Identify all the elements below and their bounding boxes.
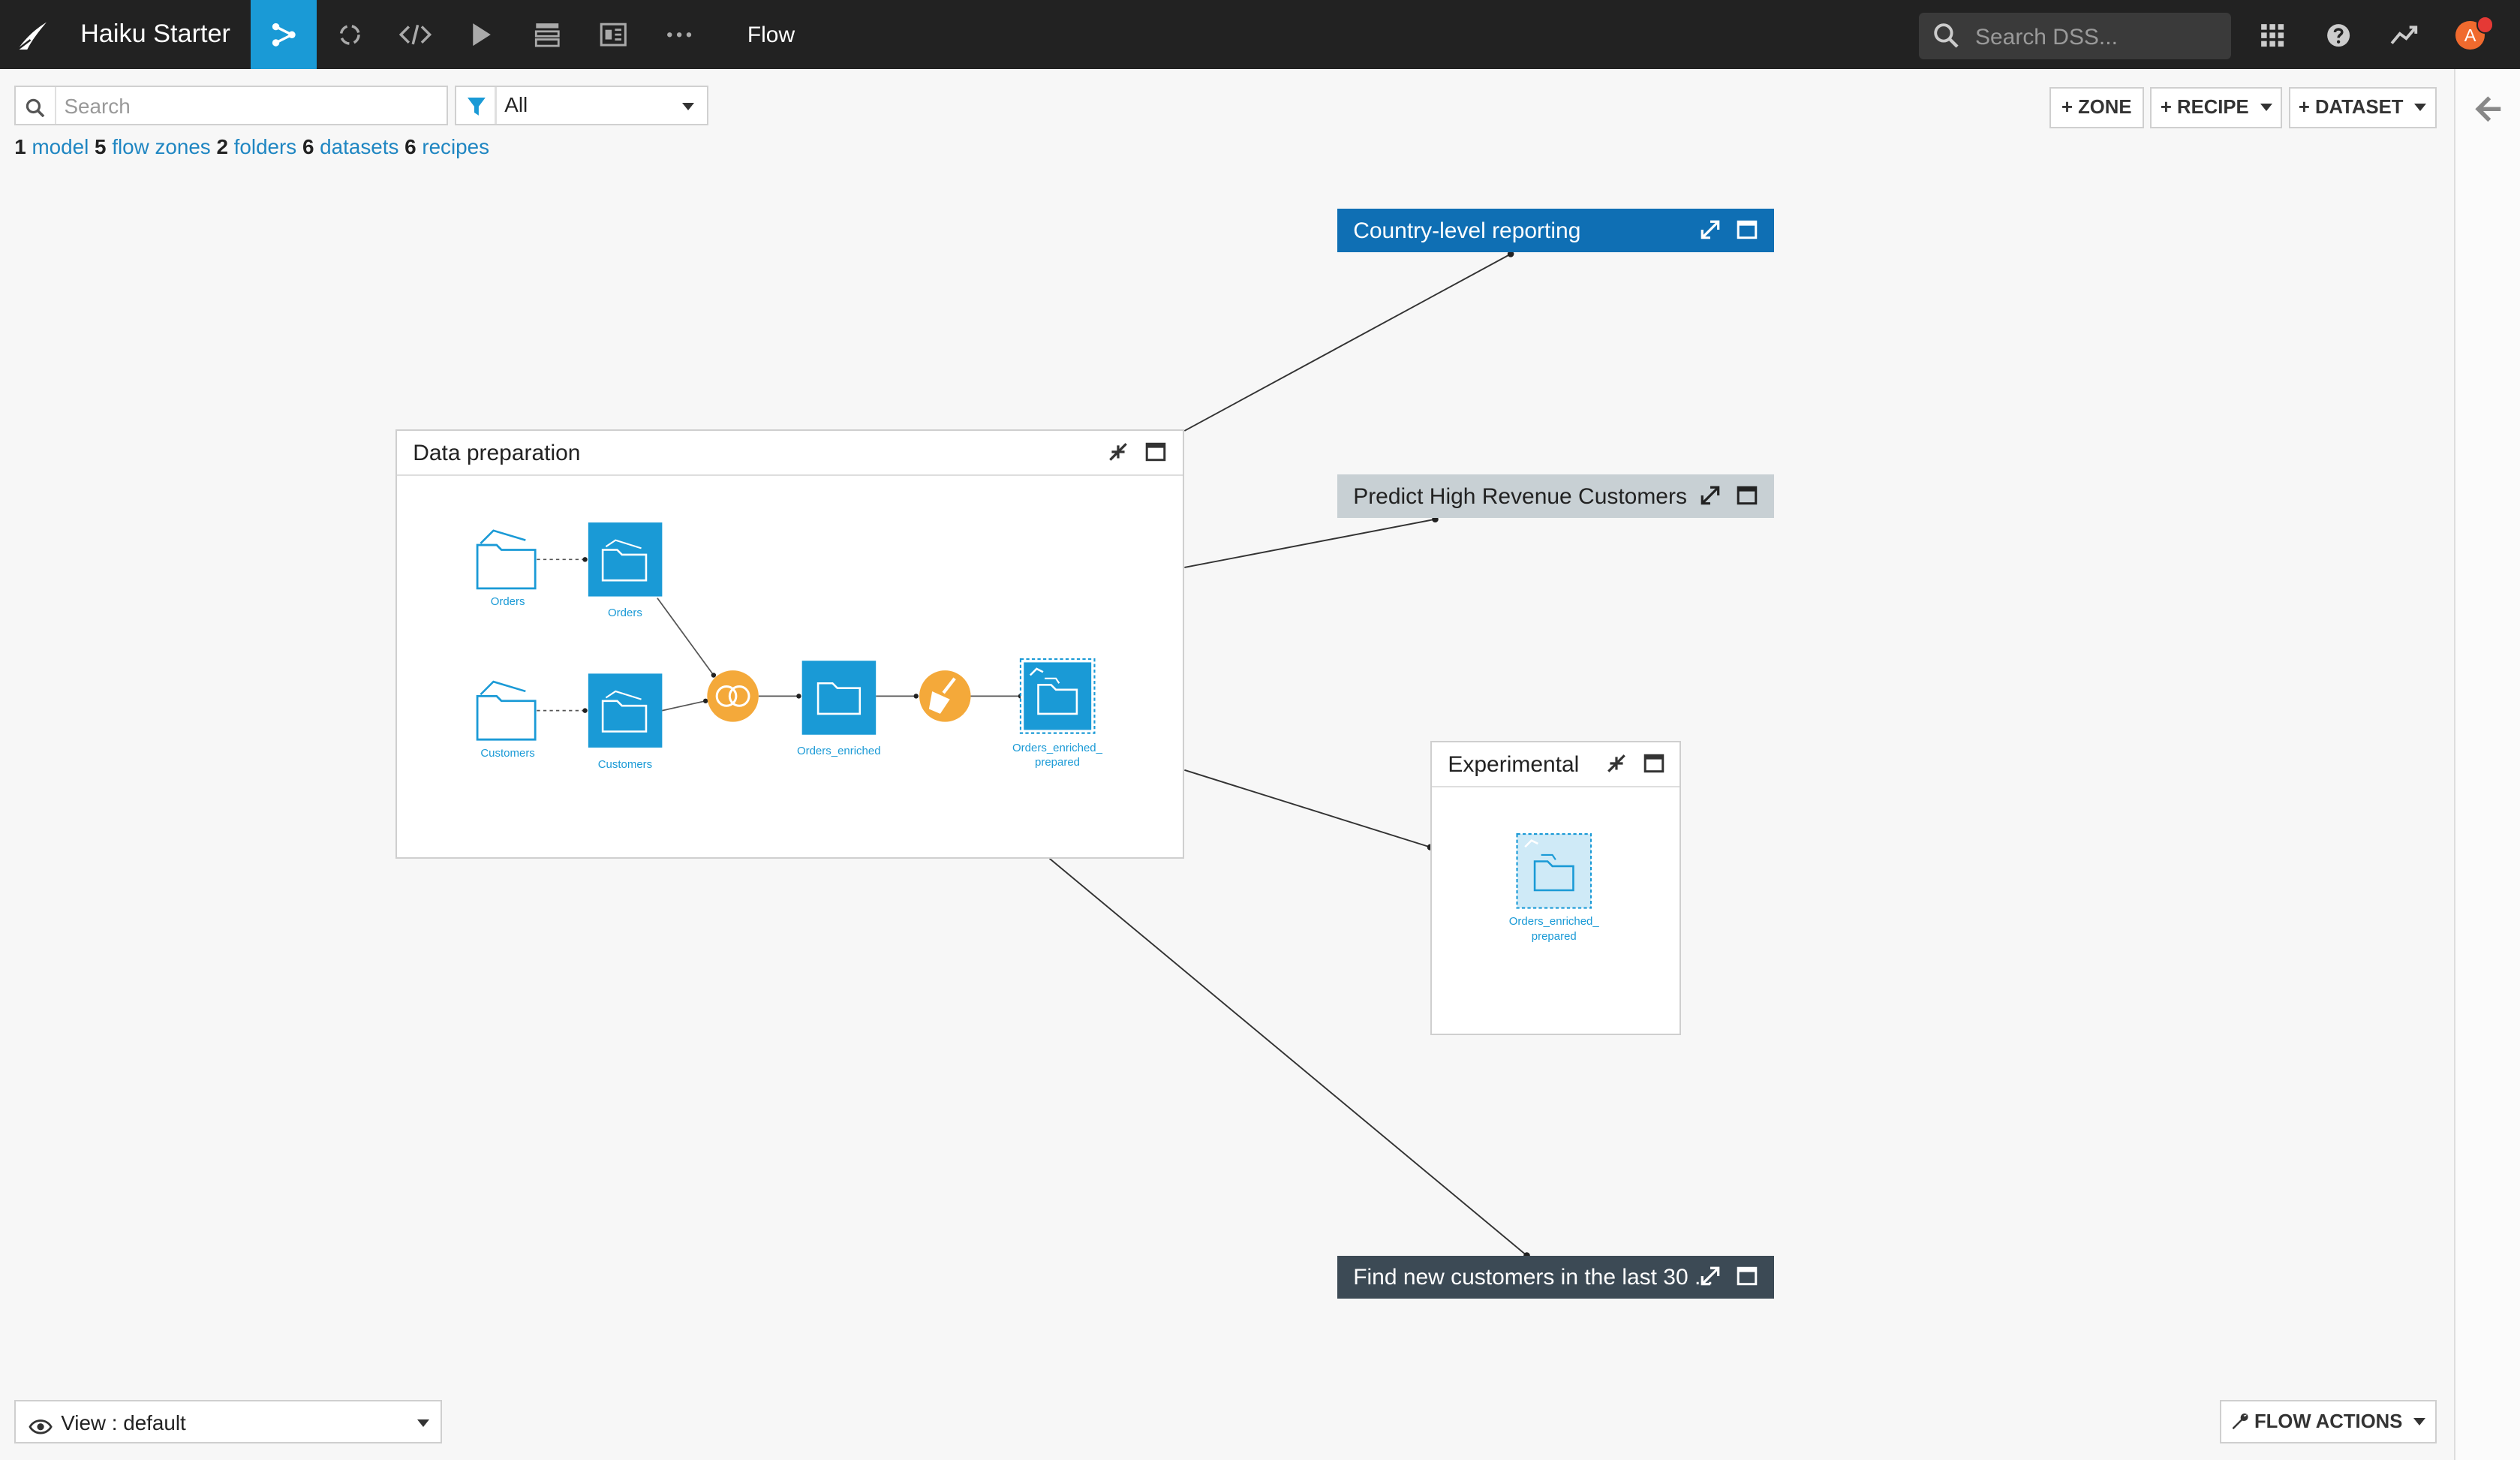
lab-icon[interactable] bbox=[317, 0, 383, 69]
link-predict bbox=[1184, 518, 1436, 568]
dataset-icon[interactable] bbox=[801, 661, 877, 735]
current-section-label[interactable]: Flow bbox=[747, 23, 795, 48]
run-icon[interactable] bbox=[449, 0, 515, 69]
node-label-customers-source[interactable]: Customers bbox=[465, 746, 552, 760]
recipe-count: 6 bbox=[404, 134, 416, 158]
folder-count: 2 bbox=[216, 134, 228, 158]
add-dataset-button[interactable]: + DATASET bbox=[2288, 86, 2437, 129]
eye-icon bbox=[29, 1413, 53, 1442]
zone-find-new-customers[interactable]: Find new customers in the last 30 ... bbox=[1337, 1255, 1775, 1299]
flow-search-input[interactable] bbox=[61, 86, 446, 128]
arrow-left-icon[interactable] bbox=[2475, 95, 2504, 131]
help-icon[interactable] bbox=[2323, 20, 2355, 52]
top-navigation-bar: Haiku Starter Flow A bbox=[0, 0, 2520, 70]
dataiku-logo-icon[interactable] bbox=[13, 16, 51, 54]
dataset-count: 6 bbox=[302, 134, 314, 158]
search-icon bbox=[1933, 23, 1959, 55]
add-zone-button[interactable]: + ZONE bbox=[2049, 86, 2144, 129]
flow-graph bbox=[476, 522, 1096, 748]
node-label-orders-enriched[interactable]: Orders_enriched bbox=[783, 744, 895, 758]
shared-dataset-icon[interactable] bbox=[1019, 658, 1096, 734]
zone-data-preparation[interactable]: Data preparation Orders Orders Customers… bbox=[395, 429, 1185, 859]
divider bbox=[54, 86, 56, 124]
folder-icon[interactable] bbox=[476, 680, 537, 741]
node-label-orders-enriched-prepared[interactable]: Orders_enriched_ prepared bbox=[1001, 741, 1114, 770]
search-icon bbox=[26, 95, 45, 124]
zone-experimental[interactable]: Experimental Orders_enriched_ prepared bbox=[1430, 741, 1682, 1036]
label-line: prepared bbox=[1035, 756, 1080, 769]
node-label-orders[interactable]: Orders bbox=[582, 606, 669, 620]
wrench-icon bbox=[2230, 1412, 2250, 1431]
window-icon[interactable] bbox=[1736, 1265, 1758, 1287]
zone-title: Predict High Revenue Customers bbox=[1353, 483, 1687, 509]
chevron-down-icon bbox=[2413, 1418, 2426, 1425]
datasets-link[interactable]: datasets bbox=[320, 135, 398, 158]
dataset-icon[interactable] bbox=[588, 673, 663, 748]
model-count: 1 bbox=[14, 134, 26, 158]
filter-icon bbox=[466, 95, 487, 124]
chevron-down-icon bbox=[682, 102, 695, 110]
global-search-input[interactable] bbox=[1971, 13, 2220, 63]
zone-title: Find new customers in the last 30 ... bbox=[1353, 1265, 1713, 1290]
flow-icon[interactable] bbox=[251, 0, 317, 70]
label-line: Orders_enriched_ bbox=[1012, 742, 1102, 755]
apps-grid-icon[interactable] bbox=[2257, 20, 2289, 52]
add-recipe-button[interactable]: + RECIPE bbox=[2150, 86, 2283, 129]
join-recipe-icon[interactable] bbox=[707, 670, 759, 722]
flow-zones-link[interactable]: flow zones bbox=[112, 135, 210, 158]
zone-predict-high-revenue-customers[interactable]: Predict High Revenue Customers bbox=[1337, 474, 1775, 518]
zone-count: 5 bbox=[95, 134, 107, 158]
more-icon[interactable] bbox=[646, 0, 712, 69]
experimental-graph bbox=[1516, 833, 1592, 909]
flow-actions-button[interactable]: FLOW ACTIONS bbox=[2219, 1400, 2437, 1444]
models-link[interactable]: model bbox=[32, 135, 89, 158]
activity-icon[interactable] bbox=[2388, 20, 2420, 52]
window-icon[interactable] bbox=[1736, 218, 1758, 241]
right-panel bbox=[2454, 69, 2520, 1460]
add-recipe-label: + RECIPE bbox=[2160, 96, 2249, 118]
deploy-icon[interactable] bbox=[514, 0, 580, 69]
link-experimental bbox=[1184, 769, 1431, 848]
prepare-recipe-icon[interactable] bbox=[919, 670, 971, 722]
node-label-orders-source[interactable]: Orders bbox=[465, 595, 552, 609]
chevron-down-icon bbox=[2414, 104, 2427, 111]
chevron-down-icon bbox=[2260, 104, 2272, 111]
code-icon[interactable] bbox=[383, 0, 449, 69]
zone-country-level-reporting[interactable]: Country-level reporting bbox=[1337, 209, 1775, 253]
zone-links bbox=[1048, 251, 1530, 1259]
label-line: prepared bbox=[1531, 929, 1577, 943]
global-search[interactable] bbox=[1919, 13, 2231, 63]
link-country bbox=[1183, 253, 1511, 432]
flow-filter-select[interactable]: All bbox=[455, 85, 709, 126]
chevron-down-icon bbox=[416, 1419, 429, 1427]
folders-link[interactable]: folders bbox=[234, 135, 297, 158]
window-icon[interactable] bbox=[1736, 484, 1758, 507]
expand-icon[interactable] bbox=[1699, 218, 1722, 241]
dataset-icon[interactable] bbox=[588, 522, 663, 597]
node-label-customers[interactable]: Customers bbox=[582, 757, 669, 772]
node-label-exp-orders-enriched-prepared[interactable]: Orders_enriched_ prepared bbox=[1498, 914, 1610, 944]
expand-icon[interactable] bbox=[1699, 1265, 1722, 1287]
dashboard-icon[interactable] bbox=[580, 0, 646, 69]
shared-dataset-icon[interactable] bbox=[1516, 833, 1592, 909]
recipes-link[interactable]: recipes bbox=[422, 135, 489, 158]
add-zone-label: + ZONE bbox=[2061, 96, 2132, 118]
flow-actions-label: FLOW ACTIONS bbox=[2254, 1410, 2403, 1432]
view-select[interactable]: View : default bbox=[14, 1400, 442, 1444]
project-title[interactable]: Haiku Starter bbox=[80, 20, 230, 49]
flow-search[interactable] bbox=[14, 85, 449, 128]
flow-summary: 1 model 5 flow zones 2 folders 6 dataset… bbox=[14, 135, 489, 159]
folder-icon[interactable] bbox=[476, 529, 537, 590]
view-select-value: View : default bbox=[61, 1411, 186, 1435]
zone-title: Country-level reporting bbox=[1353, 218, 1581, 244]
label-line: Orders_enriched_ bbox=[1508, 915, 1599, 929]
filter-value: All bbox=[504, 93, 528, 117]
notification-badge bbox=[2476, 16, 2494, 34]
add-dataset-label: + DATASET bbox=[2298, 96, 2404, 118]
expand-icon[interactable] bbox=[1699, 484, 1722, 507]
divider bbox=[495, 86, 497, 124]
